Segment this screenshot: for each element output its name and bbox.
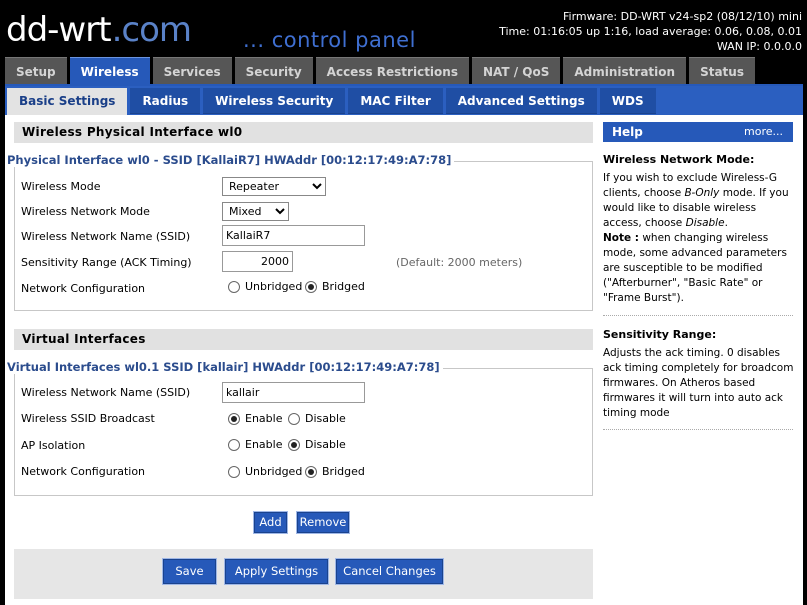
router-info: Firmware: DD-WRT v24-sp2 (08/12/10) mini… bbox=[499, 9, 802, 54]
control-panel-subtitle: ... control panel bbox=[243, 28, 416, 52]
broadcast-disable-option[interactable]: Disable bbox=[288, 412, 346, 425]
tab-wireless[interactable]: Wireless bbox=[69, 57, 150, 86]
network-mode-label: Wireless Network Mode bbox=[21, 205, 150, 218]
subtab-radius[interactable]: Radius bbox=[130, 88, 201, 114]
network-mode-select[interactable]: Mixed bbox=[222, 202, 289, 221]
tab-security[interactable]: Security bbox=[234, 57, 313, 84]
apply-settings-button[interactable]: Apply Settings bbox=[224, 558, 329, 585]
virtual-netconfig-label: Network Configuration bbox=[21, 465, 146, 478]
help-sensitivity-title: Sensitivity Range: bbox=[603, 328, 717, 341]
help-more-link[interactable]: more... bbox=[744, 122, 783, 142]
ssid-input[interactable] bbox=[222, 225, 365, 246]
subtab-wds[interactable]: WDS bbox=[599, 88, 656, 114]
sensitivity-label: Sensitivity Range (ACK Timing) bbox=[21, 256, 192, 269]
help-panel: Help more... Wireless Network Mode: If y… bbox=[603, 115, 803, 605]
tab-services[interactable]: Services bbox=[152, 57, 232, 84]
broadcast-enable-option[interactable]: Enable bbox=[228, 412, 282, 425]
tab-administration[interactable]: Administration bbox=[563, 57, 687, 84]
sub-tab-bar: Basic Settings Radius Wireless Security … bbox=[5, 84, 803, 115]
tab-access-restrictions[interactable]: Access Restrictions bbox=[315, 57, 469, 84]
uptime: Time: 01:16:05 up 1:16, load average: 0.… bbox=[499, 25, 802, 38]
help-sensitivity-text: Adjusts the ack timing. 0 disables ack t… bbox=[603, 347, 794, 419]
virtual-ssid-label: Wireless Network Name (SSID) bbox=[21, 386, 191, 399]
section-physical-interface: Wireless Physical Interface wl0 bbox=[14, 122, 593, 143]
firmware-version: Firmware: DD-WRT v24-sp2 (08/12/10) mini bbox=[563, 10, 802, 23]
radio-broadcast-disable[interactable] bbox=[288, 412, 300, 425]
save-button[interactable]: Save bbox=[162, 558, 217, 585]
add-interface-button[interactable]: Add bbox=[253, 511, 288, 534]
virtual-bridged-option[interactable]: Bridged bbox=[305, 465, 365, 478]
ssid-broadcast-label: Wireless SSID Broadcast bbox=[21, 412, 155, 425]
wireless-mode-label: Wireless Mode bbox=[21, 180, 101, 193]
subtab-wireless-security[interactable]: Wireless Security bbox=[203, 88, 346, 114]
logo: dd-wrt .com bbox=[6, 6, 216, 54]
tab-status[interactable]: Status bbox=[689, 57, 755, 84]
sensitivity-default-hint: (Default: 2000 meters) bbox=[396, 256, 523, 269]
radio-virtual-bridged[interactable] bbox=[305, 465, 317, 478]
wireless-mode-select[interactable]: Repeater bbox=[222, 177, 326, 196]
virtual-fieldset-title: Virtual Interfaces wl0.1 SSID [kallair] … bbox=[7, 360, 443, 374]
header: dd-wrt .com ... control panel Firmware: D… bbox=[0, 0, 807, 56]
physical-unbridged-option[interactable]: Unbridged bbox=[228, 280, 302, 293]
help-header: Help more... bbox=[603, 122, 793, 142]
content-area: Wireless Physical Interface wl0 Physical… bbox=[5, 115, 803, 605]
physical-fieldset-title: Physical Interface wl0 - SSID [KallaiR7]… bbox=[7, 153, 455, 167]
radio-broadcast-enable[interactable] bbox=[228, 412, 240, 425]
remove-interface-button[interactable]: Remove bbox=[296, 511, 350, 534]
virtual-unbridged-option[interactable]: Unbridged bbox=[228, 465, 302, 478]
wan-ip: WAN IP: 0.0.0.0 bbox=[716, 40, 802, 53]
main-tabs: Setup Wireless Services Security Access … bbox=[5, 57, 758, 86]
isolation-disable-option[interactable]: Disable bbox=[288, 438, 346, 451]
logo-main-text: dd-wrt bbox=[6, 10, 112, 50]
help-separator bbox=[603, 315, 793, 316]
logo-suffix-text: .com bbox=[111, 10, 192, 50]
radio-unbridged[interactable] bbox=[228, 280, 240, 293]
radio-isolation-disable[interactable] bbox=[288, 438, 300, 451]
radio-bridged[interactable] bbox=[305, 280, 317, 293]
settings-column: Wireless Physical Interface wl0 Physical… bbox=[5, 115, 598, 605]
ssid-label: Wireless Network Name (SSID) bbox=[21, 230, 191, 243]
section-virtual-interfaces: Virtual Interfaces bbox=[14, 329, 593, 350]
cancel-changes-button[interactable]: Cancel Changes bbox=[335, 558, 444, 585]
sensitivity-input[interactable] bbox=[222, 251, 293, 272]
radio-isolation-enable[interactable] bbox=[228, 438, 240, 451]
subtab-basic-settings[interactable]: Basic Settings bbox=[7, 88, 128, 115]
help-title: Help bbox=[612, 125, 643, 139]
physical-bridged-option[interactable]: Bridged bbox=[305, 280, 365, 293]
help-separator-bottom bbox=[603, 429, 793, 430]
radio-virtual-unbridged[interactable] bbox=[228, 465, 240, 478]
subtab-mac-filter[interactable]: MAC Filter bbox=[348, 88, 443, 114]
subtab-advanced-settings[interactable]: Advanced Settings bbox=[445, 88, 597, 114]
physical-netconfig-label: Network Configuration bbox=[21, 282, 146, 295]
isolation-enable-option[interactable]: Enable bbox=[228, 438, 282, 451]
ap-isolation-label: AP Isolation bbox=[21, 439, 86, 452]
help-mode-title: Wireless Network Mode: bbox=[603, 153, 755, 166]
help-mode-text: If you wish to exclude Wireless-G client… bbox=[603, 172, 789, 304]
virtual-ssid-input[interactable] bbox=[222, 382, 365, 403]
tab-setup[interactable]: Setup bbox=[5, 57, 67, 84]
tab-nat-qos[interactable]: NAT / QoS bbox=[471, 57, 561, 84]
